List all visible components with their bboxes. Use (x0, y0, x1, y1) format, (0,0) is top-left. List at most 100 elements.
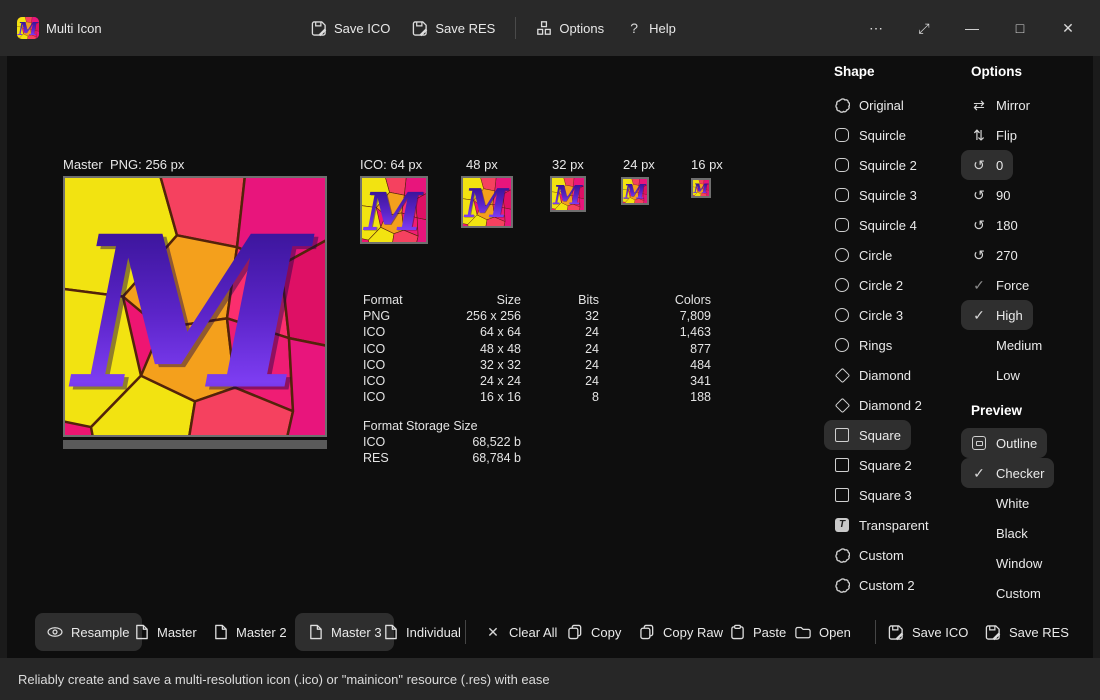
rotate-icon: ↺ (971, 217, 987, 233)
shape-item-square-3[interactable]: Square 3 (824, 480, 922, 510)
shape-panel-title: Shape (834, 64, 875, 79)
app-title: Multi Icon (46, 0, 102, 56)
table-row: ICO 64 x 64 24 1,463 (363, 324, 711, 340)
option-item-rotate-0[interactable]: ↺ 0 (961, 150, 1013, 180)
options-squares-icon (536, 20, 552, 36)
flip-icon: ⇅ (971, 127, 987, 143)
master-3-button[interactable]: Master 3 (295, 613, 394, 651)
clear-all-button[interactable]: ✕ Clear All (485, 613, 557, 651)
save-ico-button-top[interactable]: Save ICO (300, 0, 401, 56)
shape-item-square-2[interactable]: Square 2 (824, 450, 922, 480)
preview-item-white[interactable]: White (961, 488, 1039, 518)
ico-preview-24 (621, 177, 649, 205)
empty-icon-slot (971, 495, 987, 511)
master-2-button[interactable]: Master 2 (212, 613, 287, 651)
save-ico-button[interactable]: Save ICO (888, 613, 968, 651)
close-button[interactable]: ✕ (1044, 0, 1092, 56)
preview-item-black[interactable]: Black (961, 518, 1038, 548)
storage-size-title: Format Storage Size (363, 418, 521, 434)
square-icon (834, 457, 850, 473)
master-button[interactable]: Master (133, 613, 197, 651)
preview-item-outline[interactable]: Outline (961, 428, 1047, 458)
rings-icon (834, 337, 850, 353)
blob-icon (834, 577, 850, 593)
squircle-icon (834, 217, 850, 233)
minimize-button[interactable]: — (948, 0, 996, 56)
ico-preview-64 (360, 176, 428, 244)
storage-size-table: Format Storage Size ICO 68,522 b RES 68,… (363, 418, 521, 467)
option-item-force[interactable]: ✓ Force (961, 270, 1039, 300)
squircle-icon (834, 157, 850, 173)
shape-item-diamond[interactable]: Diamond (824, 360, 921, 390)
rotate-icon: ↺ (971, 247, 987, 263)
option-item-high[interactable]: ✓ High (961, 300, 1033, 330)
paste-button[interactable]: Paste (729, 613, 786, 651)
eye-icon (47, 624, 63, 640)
copy-button[interactable]: Copy (567, 613, 621, 651)
blob-icon (834, 97, 850, 113)
circle-icon (834, 277, 850, 293)
square-icon (834, 427, 850, 443)
resize-button[interactable]: ⤢ (900, 0, 948, 56)
master-scrollbar[interactable] (63, 440, 327, 449)
shape-item-custom-2[interactable]: Custom 2 (824, 570, 925, 600)
app-icon (17, 17, 39, 39)
squircle-icon (834, 127, 850, 143)
shape-item-squircle-2[interactable]: Squircle 2 (824, 150, 927, 180)
individual-button[interactable]: Individual (382, 613, 461, 651)
file-icon (212, 624, 228, 640)
save-res-button[interactable]: Save RES (985, 613, 1069, 651)
copy-raw-button[interactable]: Copy Raw (639, 613, 723, 651)
folder-icon (795, 624, 811, 640)
shape-item-squircle-4[interactable]: Squircle 4 (824, 210, 927, 240)
check-icon: ✓ (971, 277, 987, 293)
format-table: Format Size Bits Colors PNG 256 x 256 32… (363, 292, 711, 405)
shape-item-circle[interactable]: Circle (824, 240, 902, 270)
shape-item-transparent[interactable]: T Transparent (824, 510, 939, 540)
file-icon (133, 624, 149, 640)
help-button[interactable]: ? Help (615, 0, 687, 56)
preview-label-48: 48 px (466, 157, 498, 172)
preview-label-24: 24 px (623, 157, 655, 172)
option-item-rotate-180[interactable]: ↺ 180 (961, 210, 1028, 240)
table-row: PNG 256 x 256 32 7,809 (363, 308, 711, 324)
shape-item-squircle-3[interactable]: Squircle 3 (824, 180, 927, 210)
shape-item-custom[interactable]: Custom (824, 540, 914, 570)
square-icon (834, 487, 850, 503)
ico-preview-16 (691, 178, 711, 198)
empty-icon-slot (971, 585, 987, 601)
maximize-button[interactable]: □ (996, 0, 1044, 56)
shape-item-diamond-2[interactable]: Diamond 2 (824, 390, 932, 420)
option-item-rotate-270[interactable]: ↺ 270 (961, 240, 1028, 270)
preview-item-window[interactable]: Window (961, 548, 1052, 578)
blob-icon (834, 547, 850, 563)
file-icon (382, 624, 398, 640)
shape-item-square[interactable]: Square (824, 420, 911, 450)
open-button[interactable]: Open (795, 613, 851, 651)
preview-item-custom[interactable]: Custom (961, 578, 1051, 608)
option-item-medium[interactable]: Medium (961, 330, 1052, 360)
save-res-button-top[interactable]: Save RES (401, 0, 506, 56)
shape-item-original[interactable]: Original (824, 90, 914, 120)
shape-item-circle-3[interactable]: Circle 3 (824, 300, 913, 330)
empty-icon-slot (971, 525, 987, 541)
status-bar: Reliably create and save a multi-resolut… (0, 658, 1100, 700)
preview-label-32: 32 px (552, 157, 584, 172)
shape-item-squircle[interactable]: Squircle (824, 120, 916, 150)
title-bar: Multi Icon Save ICO Save RES Options ? H… (0, 0, 1100, 56)
file-icon (307, 624, 323, 640)
shape-item-rings[interactable]: Rings (824, 330, 902, 360)
copy-icon (639, 624, 655, 640)
option-item-mirror[interactable]: ⇄ Mirror (961, 90, 1040, 120)
check-icon: ✓ (971, 307, 987, 323)
mirror-icon: ⇄ (971, 97, 987, 113)
option-item-rotate-90[interactable]: ↺ 90 (961, 180, 1020, 210)
more-button[interactable]: ⋯ (852, 0, 900, 56)
shape-item-circle-2[interactable]: Circle 2 (824, 270, 913, 300)
option-item-flip[interactable]: ⇅ Flip (961, 120, 1027, 150)
option-item-low[interactable]: Low (961, 360, 1030, 390)
options-button[interactable]: Options (525, 0, 615, 56)
rotate-icon: ↺ (971, 157, 987, 173)
preview-item-checker[interactable]: ✓ Checker (961, 458, 1054, 488)
resample-button[interactable]: Resample (35, 613, 142, 651)
